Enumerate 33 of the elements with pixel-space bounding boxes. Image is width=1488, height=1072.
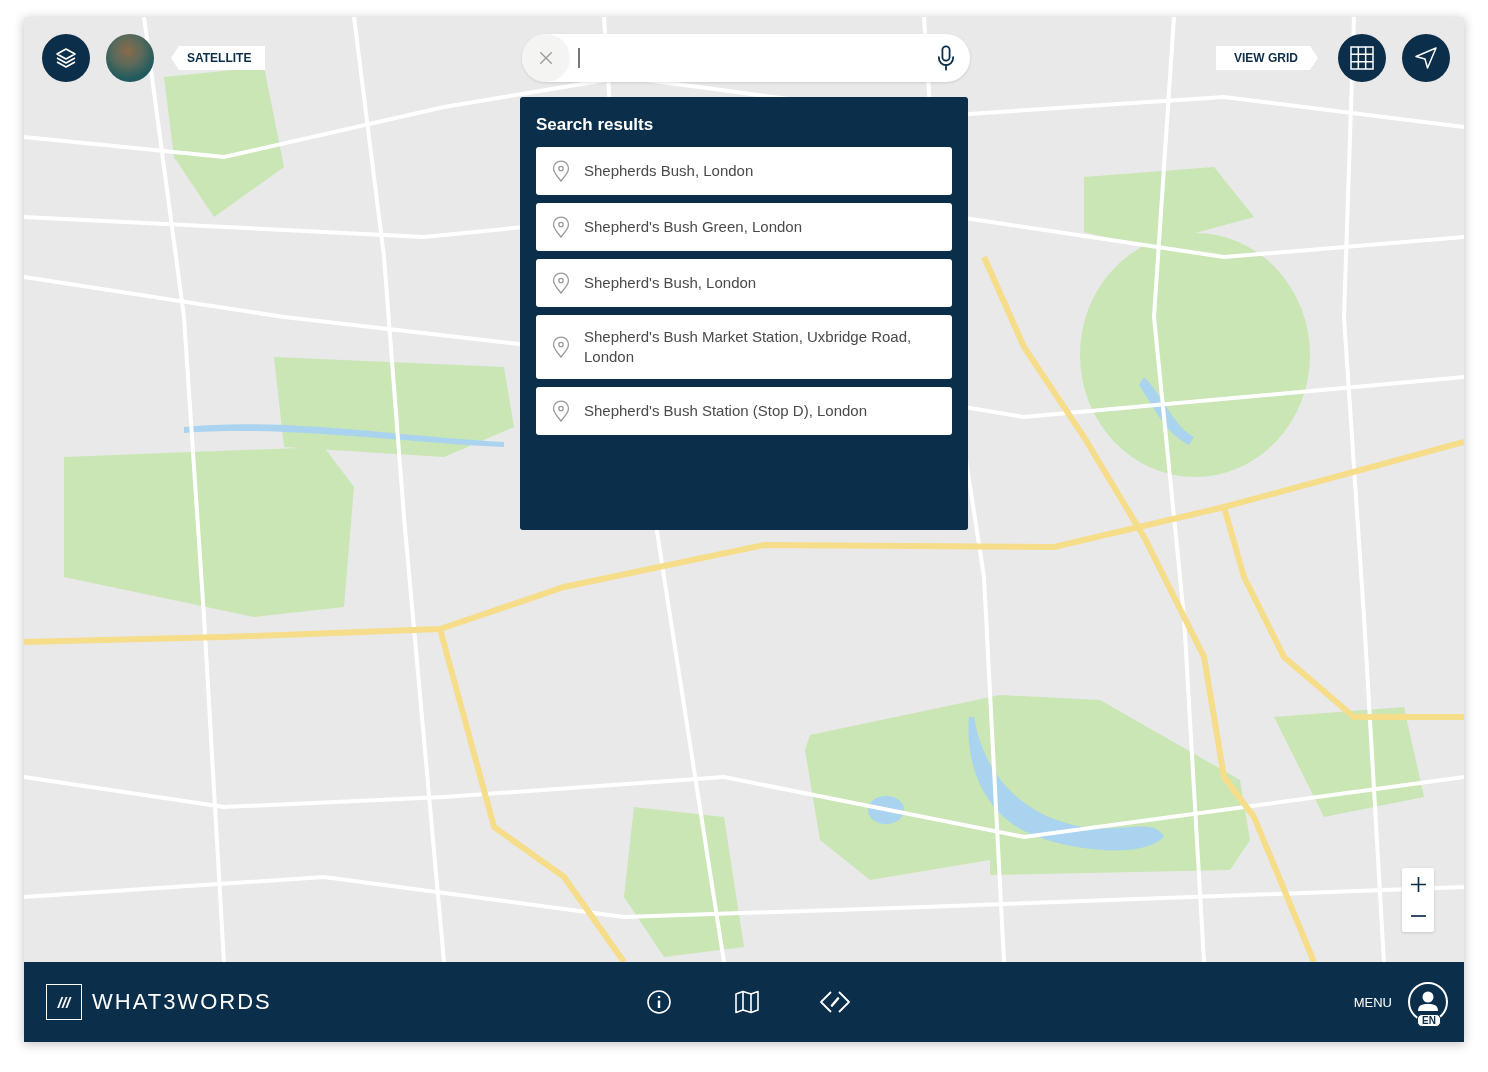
language-badge[interactable]: EN [1417, 1014, 1441, 1027]
plus-icon [1410, 876, 1426, 892]
search-result-item[interactable]: Shepherds Bush, London [536, 147, 952, 195]
search-result-text: Shepherd's Bush Station (Stop D), London [584, 401, 868, 421]
minus-icon [1410, 915, 1426, 917]
location-pin-icon [552, 336, 570, 358]
location-pin-icon [552, 400, 570, 422]
view-grid-label[interactable]: VIEW GRID [1216, 46, 1318, 70]
search-result-item[interactable]: Shepherd's Bush Green, London [536, 203, 952, 251]
close-icon [539, 51, 553, 65]
search-result-item[interactable]: Shepherd's Bush Market Station, Uxbridge Road, London [536, 315, 952, 379]
grid-icon [1350, 46, 1374, 70]
folded-map-icon [735, 990, 759, 1014]
search-result-text: Shepherd's Bush, London [584, 273, 757, 293]
search-result-text: Shepherd's Bush Market Station, Uxbridge Road, London [584, 327, 913, 367]
location-pin-icon [552, 160, 570, 182]
search-result-item[interactable]: Shepherd's Bush, London [536, 259, 952, 307]
search-result-text: Shepherd's Bush Green, London [584, 217, 803, 237]
search-result-text: Shepherds Bush, London [584, 161, 754, 181]
info-icon [647, 990, 671, 1014]
code-icon [819, 990, 851, 1014]
text-cursor-icon [578, 48, 580, 68]
search-results-title: Search results [536, 115, 655, 135]
search-result-item[interactable]: Shepherd's Bush Station (Stop D), London [536, 387, 952, 435]
logo-wordmark[interactable]: WHAT3WORDS [92, 989, 272, 1015]
navigation-arrow-icon [1414, 46, 1438, 70]
location-pin-icon [552, 272, 570, 294]
logo-mark[interactable]: /// [46, 984, 82, 1020]
menu-label[interactable]: MENU [1353, 994, 1392, 1010]
location-pin-icon [552, 216, 570, 238]
layers-icon [54, 46, 78, 70]
microphone-icon [937, 45, 955, 71]
satellite-label[interactable]: SATELLITE [171, 46, 266, 70]
